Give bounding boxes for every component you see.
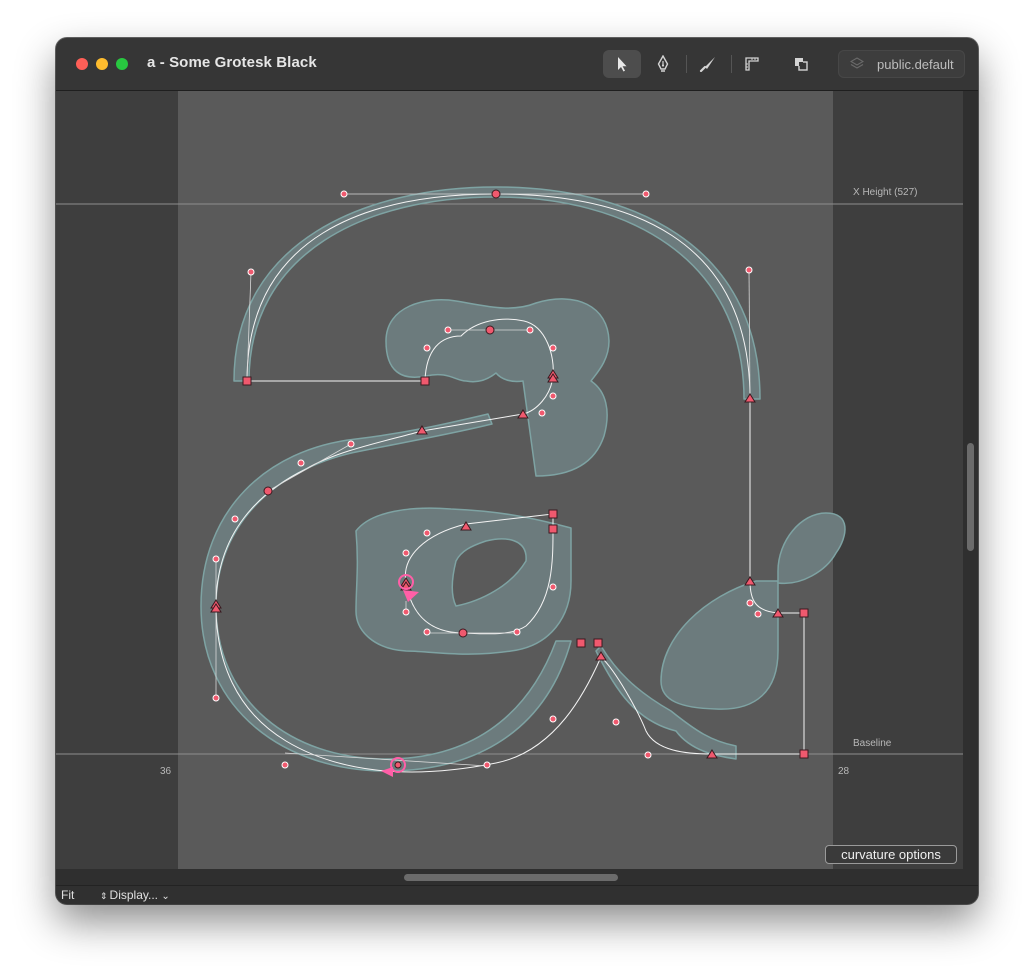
- baseline-label: Baseline: [853, 738, 892, 749]
- pen-nib-icon: [657, 55, 669, 72]
- layer-name: public.default: [877, 57, 954, 72]
- vertical-scroll-thumb[interactable]: [967, 443, 974, 551]
- vertical-scrollbar[interactable]: [963, 91, 978, 885]
- horizontal-scrollbar[interactable]: [56, 869, 963, 885]
- display-menu[interactable]: ⇕ Display... ⌄: [100, 888, 170, 902]
- stepper-icon: ⇕: [100, 891, 108, 901]
- knife-tool-button[interactable]: [689, 50, 727, 78]
- arrow-pointer-icon: [618, 57, 627, 72]
- window-title: a - Some Grotesk Black: [147, 54, 317, 71]
- horizontal-scroll-thumb[interactable]: [404, 874, 618, 881]
- pen-tool-button[interactable]: [644, 50, 682, 78]
- glyph-canvas[interactable]: X Height (527) Baseline 36 28 curvature …: [56, 91, 963, 869]
- ruler-icon: [745, 57, 759, 71]
- close-window-button[interactable]: [76, 58, 88, 70]
- ruler-tool-button[interactable]: [733, 50, 771, 78]
- shapes-tool-button[interactable]: [782, 50, 820, 78]
- display-menu-label: Display...: [109, 888, 159, 902]
- layer-selector[interactable]: public.default: [838, 50, 965, 78]
- layer-stack-icon: [850, 57, 864, 69]
- maximize-window-button[interactable]: [116, 58, 128, 70]
- minimize-window-button[interactable]: [96, 58, 108, 70]
- curvature-options-button[interactable]: curvature options: [825, 845, 957, 864]
- x-height-label: X Height (527): [853, 187, 918, 198]
- knife-icon: [699, 57, 715, 72]
- left-sidebearing-value: 36: [160, 766, 172, 777]
- pointer-tool-button[interactable]: [603, 50, 641, 78]
- editor-window: a - Some Grotesk Black public.default X …: [56, 38, 978, 904]
- title-bar: a - Some Grotesk Black public.default: [56, 38, 978, 91]
- overlap-squares-icon: [795, 58, 808, 71]
- glyph-drawing[interactable]: [56, 91, 963, 869]
- right-sidebearing-value: 28: [838, 766, 850, 777]
- zoom-fit-button[interactable]: Fit: [61, 888, 74, 902]
- chevron-down-icon: ⌄: [161, 891, 170, 902]
- status-bar: Fit ⇕ Display... ⌄: [56, 885, 978, 904]
